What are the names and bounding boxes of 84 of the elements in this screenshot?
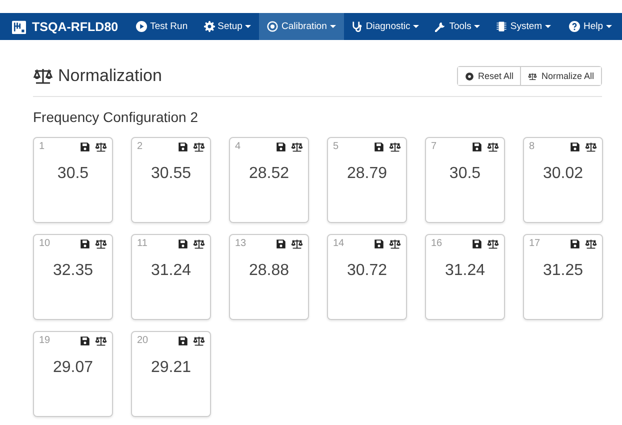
help-icon bbox=[569, 21, 580, 32]
channel-value: 30.72 bbox=[346, 262, 388, 280]
channel-value: 28.52 bbox=[248, 165, 290, 183]
channel-number: 16 bbox=[431, 238, 444, 249]
scale-icon[interactable] bbox=[389, 142, 401, 152]
channel-number: 11 bbox=[137, 238, 148, 249]
channel-number: 2 bbox=[137, 141, 144, 152]
nav-menu-item[interactable]: Tools bbox=[427, 13, 488, 40]
save-icon[interactable] bbox=[472, 142, 482, 152]
channel-number: 14 bbox=[333, 238, 346, 249]
scale-icon bbox=[33, 68, 53, 84]
nav-menu-item[interactable]: Setup bbox=[196, 13, 260, 40]
nav-menu-item[interactable]: Test Run bbox=[128, 13, 196, 40]
save-icon[interactable] bbox=[178, 238, 188, 248]
logo-icon bbox=[12, 20, 26, 34]
channel-value: 31.24 bbox=[444, 262, 486, 280]
save-icon[interactable] bbox=[570, 142, 580, 152]
scale-icon[interactable] bbox=[95, 238, 107, 248]
channel-number: 5 bbox=[333, 141, 340, 152]
channel-number: 7 bbox=[431, 141, 438, 152]
page-title: Normalization bbox=[33, 66, 162, 86]
save-icon[interactable] bbox=[374, 142, 384, 152]
scale-icon bbox=[528, 72, 538, 80]
scale-icon[interactable] bbox=[95, 336, 107, 346]
save-icon[interactable] bbox=[472, 238, 482, 248]
channel-number: 1 bbox=[39, 141, 46, 152]
channel-value: 30.02 bbox=[542, 165, 584, 183]
channel-value: 30.55 bbox=[150, 165, 192, 183]
channel-value: 29.21 bbox=[150, 359, 192, 377]
channel-number: 8 bbox=[529, 141, 536, 152]
scale-icon[interactable] bbox=[487, 238, 499, 248]
channel-value: 28.79 bbox=[346, 165, 388, 183]
save-icon[interactable] bbox=[80, 238, 90, 248]
gear-icon bbox=[204, 21, 215, 32]
channel-number: 17 bbox=[529, 238, 542, 249]
channel-number: 20 bbox=[137, 335, 150, 346]
caret-icon bbox=[413, 25, 420, 28]
channel-value: 31.25 bbox=[542, 262, 584, 280]
scale-icon[interactable] bbox=[193, 336, 205, 346]
caret-icon bbox=[474, 25, 480, 28]
section-heading: Frequency Configuration 2 bbox=[33, 109, 199, 125]
channel-value: 31.24 bbox=[150, 262, 192, 280]
help-menu-item[interactable]: Help bbox=[561, 13, 620, 40]
nav-menu-item[interactable]: Diagnostic bbox=[344, 13, 428, 40]
scale-icon[interactable] bbox=[193, 238, 205, 248]
scale-icon[interactable] bbox=[291, 238, 303, 248]
save-icon[interactable] bbox=[374, 238, 384, 248]
channel-value: 32.35 bbox=[52, 262, 94, 280]
save-icon[interactable] bbox=[80, 142, 90, 152]
caret-icon bbox=[330, 25, 336, 28]
channel-value: 30.5 bbox=[448, 165, 482, 183]
channel-value: 30.5 bbox=[56, 165, 90, 183]
caret-icon bbox=[606, 25, 612, 28]
save-icon[interactable] bbox=[276, 142, 286, 152]
channel-number: 10 bbox=[39, 238, 52, 249]
scale-icon[interactable] bbox=[585, 142, 597, 152]
scale-icon[interactable] bbox=[585, 238, 597, 248]
save-icon[interactable] bbox=[178, 336, 188, 346]
scale-icon[interactable] bbox=[389, 238, 401, 248]
brand-link[interactable]: TSQA-RFLD80 bbox=[12, 13, 128, 40]
caret-icon bbox=[245, 25, 252, 28]
channel-number: 13 bbox=[235, 238, 248, 249]
save-icon[interactable] bbox=[80, 336, 90, 346]
channel-number: 19 bbox=[39, 335, 52, 346]
save-icon[interactable] bbox=[178, 142, 188, 152]
scale-icon[interactable] bbox=[291, 142, 303, 152]
nav-menu-item[interactable]: Calibration bbox=[259, 13, 344, 40]
wrench-icon bbox=[435, 21, 446, 32]
save-icon[interactable] bbox=[570, 238, 580, 248]
channel-value: 28.88 bbox=[248, 262, 290, 280]
scale-icon[interactable] bbox=[95, 142, 107, 152]
nav-menu-item[interactable]: System bbox=[488, 13, 560, 40]
toolbar-button[interactable]: Normalize All bbox=[520, 67, 601, 85]
scale-icon[interactable] bbox=[487, 142, 499, 152]
chip-icon bbox=[496, 21, 508, 32]
channel-number: 4 bbox=[235, 141, 242, 152]
play-icon bbox=[136, 21, 148, 32]
stethoscope-icon bbox=[352, 21, 363, 32]
circle-dot-icon bbox=[464, 72, 474, 80]
caret-icon bbox=[545, 25, 552, 28]
scale-icon[interactable] bbox=[193, 142, 205, 152]
save-icon[interactable] bbox=[276, 238, 286, 248]
channel-value: 29.07 bbox=[52, 359, 94, 377]
target-icon bbox=[267, 21, 278, 32]
